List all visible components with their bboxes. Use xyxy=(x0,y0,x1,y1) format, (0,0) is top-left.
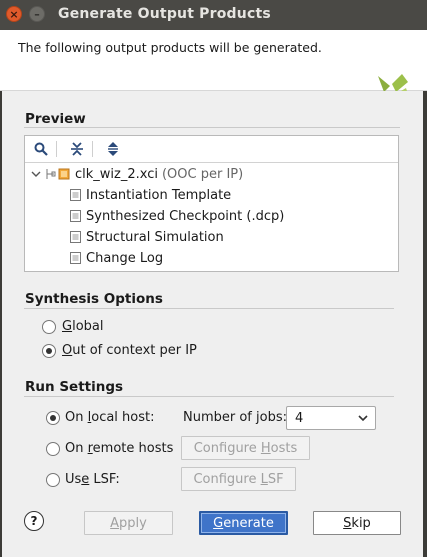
skip-text: Skip xyxy=(343,515,371,531)
global-label-text: lobal xyxy=(72,319,104,334)
tree-child-item[interactable]: Change Log xyxy=(70,248,163,268)
close-window-button[interactable]: × xyxy=(6,6,22,22)
dialog-body: Preview clk_wiz_2.xci (OOC per IP) Insta… xyxy=(2,91,423,557)
configure-hosts-button[interactable]: Configure Hosts xyxy=(181,436,310,460)
expand-all-button[interactable] xyxy=(104,140,122,158)
collapse-all-button[interactable] xyxy=(68,140,86,158)
document-icon xyxy=(70,210,81,222)
ip-core-icon xyxy=(58,168,70,180)
jobs-value: 4 xyxy=(295,411,304,426)
tree-child-label: Synthesized Checkpoint (.dcp) xyxy=(86,208,285,224)
local-host-radio[interactable] xyxy=(46,411,60,425)
tree-child-item[interactable]: Synthesized Checkpoint (.dcp) xyxy=(70,206,284,226)
minimize-icon: – xyxy=(34,7,40,21)
local-host-label[interactable]: On local host: xyxy=(65,410,155,425)
ooc-radio[interactable] xyxy=(42,344,56,358)
expand-all-icon xyxy=(108,142,118,156)
synthesis-divider xyxy=(24,308,394,309)
ooc-label-text: ut of context per IP xyxy=(72,343,197,358)
jobs-select[interactable]: 4 xyxy=(286,406,376,430)
remote-hosts-text: On remote hosts xyxy=(65,441,174,456)
preview-tree-panel: clk_wiz_2.xci (OOC per IP) Instantiation… xyxy=(24,135,399,272)
preview-toolbar xyxy=(25,136,398,163)
generate-text: Generate xyxy=(213,515,274,531)
global-radio-label[interactable]: Global xyxy=(62,319,103,334)
tree-child-label: Instantiation Template xyxy=(86,187,232,203)
title-bar: × – Generate Output Products xyxy=(0,0,427,30)
header-description: The following output products will be ge… xyxy=(18,40,322,55)
window-title: Generate Output Products xyxy=(58,6,271,22)
search-icon xyxy=(34,142,48,156)
chevron-down-icon[interactable] xyxy=(31,169,41,179)
configure-lsf-text: Configure LSF xyxy=(193,471,284,487)
use-lsf-radio[interactable] xyxy=(46,473,60,487)
configure-lsf-button[interactable]: Configure LSF xyxy=(181,467,296,491)
synthesis-section-title: Synthesis Options xyxy=(25,291,163,307)
remote-hosts-label[interactable]: On remote hosts xyxy=(65,441,173,456)
configure-hosts-text: Configure Hosts xyxy=(193,440,298,456)
toolbar-separator xyxy=(92,141,93,157)
tree-child-item[interactable]: Instantiation Template xyxy=(70,185,231,205)
apply-text: Apply xyxy=(110,515,147,531)
preview-divider xyxy=(24,127,400,128)
tree-child-label: Change Log xyxy=(86,250,164,266)
skip-button[interactable]: Skip xyxy=(313,511,401,535)
use-lsf-label[interactable]: Use LSF: xyxy=(65,472,120,487)
dialog-header: The following output products will be ge… xyxy=(0,30,427,104)
tree-root-label: clk_wiz_2.xci xyxy=(75,166,158,182)
tree-child-item[interactable]: Structural Simulation xyxy=(70,227,224,247)
search-button[interactable] xyxy=(32,140,50,158)
minimize-window-button[interactable]: – xyxy=(29,6,45,22)
tree-root-suffix: (OOC per IP) xyxy=(161,166,244,182)
hierarchy-icon xyxy=(46,169,56,179)
toolbar-separator xyxy=(56,141,57,157)
generate-button[interactable]: Generate xyxy=(199,511,288,535)
run-settings-title: Run Settings xyxy=(25,379,124,395)
tree-child-label: Structural Simulation xyxy=(86,229,224,245)
local-host-text: On local host: xyxy=(65,410,155,425)
apply-button[interactable]: Apply xyxy=(84,511,173,535)
global-radio[interactable] xyxy=(42,320,56,334)
jobs-label: Number of jobs: xyxy=(183,410,287,425)
help-icon: ? xyxy=(30,514,38,528)
run-settings-divider xyxy=(24,396,394,397)
remote-hosts-radio[interactable] xyxy=(46,442,60,456)
collapse-all-icon xyxy=(71,142,83,156)
preview-section-title: Preview xyxy=(25,111,86,127)
document-icon xyxy=(70,189,81,201)
document-icon xyxy=(70,231,81,243)
close-icon: × xyxy=(9,7,19,21)
ooc-radio-label[interactable]: Out of context per IP xyxy=(62,343,197,358)
document-icon xyxy=(70,252,81,264)
chevron-down-icon xyxy=(358,415,368,422)
tree-root-item[interactable]: clk_wiz_2.xci (OOC per IP) xyxy=(31,164,243,184)
use-lsf-text: Use LSF: xyxy=(65,472,120,487)
help-button[interactable]: ? xyxy=(24,511,44,531)
